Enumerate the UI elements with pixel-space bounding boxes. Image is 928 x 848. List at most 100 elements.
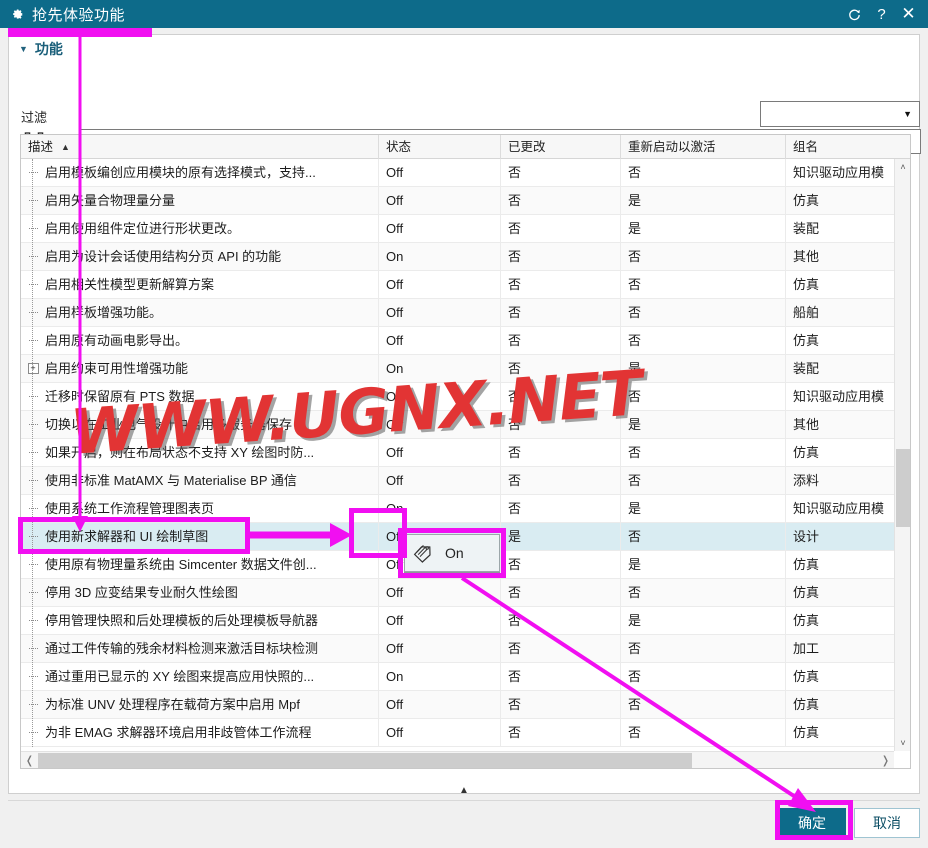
cell-description: + 启用约束可用性增强功能 [21, 354, 379, 383]
cell-restart: 否 [621, 718, 786, 747]
reset-icon[interactable] [841, 0, 868, 28]
table-row[interactable]: 通过重用已显示的 XY 绘图来提高应用快照的... On 否否仿真 [21, 662, 910, 691]
table-horizontal-scrollbar[interactable]: ❬ ❭ [21, 751, 894, 768]
features-section-header[interactable]: ▼ 功能 [19, 39, 63, 59]
cell-group: 仿真 [793, 724, 820, 740]
table-row[interactable]: 切换以在工业电气设计中启用多服务器保存 Off 否是其他 [21, 410, 910, 439]
help-icon[interactable]: ? [868, 0, 895, 28]
cell-state[interactable]: On [379, 662, 501, 691]
cell-description: 启用模板编创应用模块的原有选择模式，支持... [21, 158, 379, 187]
scroll-right-button[interactable]: ❭ [877, 752, 894, 769]
cell-description-text: 使用新求解器和 UI 绘制草图 [45, 528, 209, 544]
cell-state[interactable]: Off [379, 326, 501, 355]
cell-state[interactable]: Off [379, 718, 501, 747]
table-row[interactable]: 通过工件传输的残余材料检测来激活目标块检测 Off 否否加工 [21, 634, 910, 663]
close-icon[interactable]: ✕ [895, 0, 922, 28]
tag-icon [410, 542, 436, 564]
cell-description: 启用样板增强功能。 [21, 298, 379, 327]
cell-state[interactable]: On [379, 354, 501, 383]
cell-changed: 否 [501, 158, 621, 187]
table-row[interactable]: 启用相关性模型更新解算方案 Off 否否仿真 [21, 270, 910, 299]
cell-description: 停用管理快照和后处理模板的后处理模板导航器 [21, 606, 379, 635]
cell-restart: 否 [621, 522, 786, 551]
table-row[interactable]: 停用管理快照和后处理模板的后处理模板导航器 Off 否是仿真 [21, 606, 910, 635]
cell-restart: 是 [621, 214, 786, 243]
cancel-button[interactable]: 取消 [854, 808, 920, 838]
cell-state[interactable]: Off [379, 438, 501, 467]
tree-guideline [32, 159, 33, 747]
cell-group: 装配 [793, 220, 820, 236]
dialog-body: ▼ 功能 过滤 ▼ 查找 描述 ▲ [8, 34, 921, 794]
cell-state[interactable]: Off [379, 410, 501, 439]
cell-changed: 否 [501, 578, 621, 607]
table-row[interactable]: 启用模板编创应用模块的原有选择模式，支持... Off 否否知识驱动应用模 [21, 158, 910, 187]
tree-leaf-icon [21, 200, 45, 201]
horizontal-scroll-thumb[interactable] [38, 752, 692, 768]
cell-restart: 是 [621, 494, 786, 523]
cell-state[interactable]: Off [379, 466, 501, 495]
cell-state[interactable]: Off [379, 270, 501, 299]
filter-dropdown[interactable]: ▼ [760, 101, 920, 127]
table-row[interactable]: 启用使用组件定位进行形状更改。 Off 否是装配 [21, 214, 910, 243]
table-row[interactable]: 如果开启，则在布局状态不支持 XY 绘图时防... Off 否否仿真 [21, 438, 910, 467]
cell-restart: 否 [621, 326, 786, 355]
table-row[interactable]: 启用矢量合物理量分量 Off 否是仿真 [21, 186, 910, 215]
chevron-down-icon[interactable]: ▼ [903, 109, 912, 119]
tree-leaf-icon [21, 620, 45, 621]
cell-state[interactable]: Off [379, 578, 501, 607]
cell-restart: 是 [621, 186, 786, 215]
cell-changed: 否 [501, 662, 621, 691]
table-row[interactable]: 迁移时保留原有 PTS 数据 Off 否否知识驱动应用模 [21, 382, 910, 411]
table-row[interactable]: + 启用约束可用性增强功能 On 否是装配 [21, 354, 910, 383]
cell-state[interactable]: Off [379, 214, 501, 243]
scroll-left-button[interactable]: ❬ [21, 752, 38, 769]
table-body: 启用模板编创应用模块的原有选择模式，支持... Off 否否知识驱动应用模 启用矢量合… [21, 158, 910, 747]
state-value-tooltip[interactable]: On [404, 534, 500, 572]
scroll-up-button[interactable]: ˄ [895, 159, 910, 175]
tree-leaf-icon [21, 732, 45, 733]
cell-description: 使用非标准 MatAMX 与 Materialise BP 通信 [21, 466, 379, 495]
cell-state[interactable]: Off [379, 298, 501, 327]
collapse-strip[interactable]: ▲ [8, 782, 920, 798]
table-row[interactable]: 为非 EMAG 求解器环境启用非歧管体工作流程 Off 否否仿真 [21, 718, 910, 747]
cell-state[interactable]: Off [379, 634, 501, 663]
cell-description: 如果开启，则在布局状态不支持 XY 绘图时防... [21, 438, 379, 467]
column-header-restart[interactable]: 重新启动以激活 [621, 135, 786, 159]
tooltip-text: On [445, 545, 464, 561]
column-header-changed[interactable]: 已更改 [501, 135, 621, 159]
chevron-down-icon[interactable]: ▼ [19, 44, 28, 54]
table-row[interactable]: 使用系统工作流程管理图表页 On 否是知识驱动应用模 [21, 494, 910, 523]
cell-description-text: 通过工件传输的残余材料检测来激活目标块检测 [45, 640, 319, 656]
cell-state[interactable]: Off [379, 606, 501, 635]
table-row[interactable]: 使用非标准 MatAMX 与 Materialise BP 通信 Off 否否添料 [21, 466, 910, 495]
cell-state[interactable]: On [379, 242, 501, 271]
cell-group: 知识驱动应用模 [793, 164, 885, 180]
vertical-scroll-thumb[interactable] [896, 449, 910, 527]
table-row[interactable]: 启用原有动画电影导出。 Off 否否仿真 [21, 326, 910, 355]
tree-expand-icon[interactable]: + [21, 363, 45, 374]
table-row[interactable]: 启用为设计会话使用结构分页 API 的功能 On 否否其他 [21, 242, 910, 271]
cell-state[interactable]: Off [379, 382, 501, 411]
column-header-state[interactable]: 状态 [379, 135, 501, 159]
cell-group: 其他 [793, 248, 820, 264]
cell-changed: 否 [501, 298, 621, 327]
table-vertical-scrollbar[interactable]: ˄ ˅ [894, 159, 910, 751]
cell-changed: 是 [501, 522, 621, 551]
chevron-up-icon[interactable]: ▲ [459, 785, 469, 796]
horizontal-scroll-track[interactable] [38, 752, 877, 769]
column-header-group[interactable]: 组名 [786, 135, 909, 159]
cell-state[interactable]: Off [379, 158, 501, 187]
table-row[interactable]: 启用样板增强功能。 Off 否否船舶 [21, 298, 910, 327]
table-row[interactable]: 停用 3D 应变结果专业耐久性绘图 Off 否否仿真 [21, 578, 910, 607]
table-row[interactable]: 为标准 UNV 处理程序在载荷方案中启用 Mpf Off 否否仿真 [21, 690, 910, 719]
cell-state[interactable]: On [379, 494, 501, 523]
ok-button[interactable]: 确定 [778, 808, 846, 838]
column-header-desc[interactable]: 描述 ▲ [21, 135, 379, 159]
section-title: 功能 [34, 41, 63, 57]
cell-state[interactable]: Off [379, 186, 501, 215]
cell-description: 使用原有物理量系统由 Simcenter 数据文件创... [21, 550, 379, 579]
scroll-down-button[interactable]: ˅ [895, 735, 910, 751]
cell-changed: 否 [501, 494, 621, 523]
tree-leaf-icon [21, 396, 45, 397]
cell-state[interactable]: Off [379, 690, 501, 719]
